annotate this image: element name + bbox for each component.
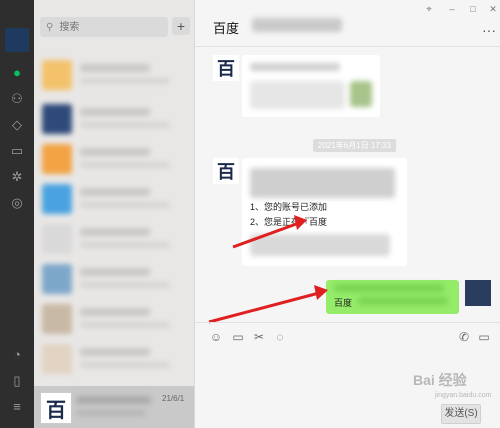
annotation-arrows: [208, 215, 328, 324]
conversation-list: ⚲ + 百 21/6/1: [34, 0, 195, 428]
files-icon[interactable]: ▭: [9, 143, 25, 159]
chat-icon[interactable]: ●: [9, 65, 25, 81]
conversation-time: 21/6/1: [162, 394, 185, 403]
pin-icon[interactable]: ⌖: [423, 4, 435, 15]
send-button[interactable]: 发送(S): [441, 404, 481, 424]
user-avatar[interactable]: [5, 28, 29, 52]
contacts-icon[interactable]: ⚇: [9, 91, 25, 107]
list-item[interactable]: [34, 300, 194, 338]
chat-title: 百度: [213, 21, 240, 36]
list-item[interactable]: [34, 180, 194, 218]
phone-call-icon[interactable]: ✆: [457, 330, 471, 344]
phone-icon[interactable]: ▯: [9, 373, 25, 389]
chat-header: 百度 ··· ⌖ – □ ✕: [195, 0, 500, 47]
avatar[interactable]: 百: [213, 55, 239, 81]
search-input[interactable]: [57, 20, 162, 34]
list-item[interactable]: [34, 220, 194, 258]
search-box[interactable]: ⚲: [40, 17, 168, 37]
message-bubble: [242, 55, 380, 117]
folder-icon[interactable]: ▭: [231, 330, 245, 344]
search-icon: ⚲: [46, 21, 54, 33]
avatar: 百: [40, 392, 72, 424]
watermark-url: jingyan.baidu.com: [435, 392, 492, 399]
avatar[interactable]: 百: [213, 158, 239, 184]
chat-bubble-icon[interactable]: ◌: [273, 330, 287, 344]
explore-icon[interactable]: ◔: [9, 347, 25, 363]
list-item[interactable]: [34, 340, 194, 378]
selected-conversation[interactable]: 百 21/6/1: [34, 386, 194, 428]
message-timestamp: 2021年6月1日 17:33: [313, 139, 396, 152]
input-toolbar: ☺ ▭ ✂ ◌ ✆ ▭: [195, 322, 500, 351]
gear-icon[interactable]: ✲: [9, 169, 25, 185]
close-icon[interactable]: ✕: [487, 4, 499, 15]
avatar[interactable]: [465, 280, 491, 306]
menu-icon[interactable]: ≡: [9, 399, 25, 415]
favorites-icon[interactable]: ◇: [9, 117, 25, 133]
more-button[interactable]: ···: [482, 22, 496, 38]
contact-message-blurred: [76, 410, 146, 416]
emoji-icon[interactable]: ☺: [209, 330, 223, 344]
moments-icon[interactable]: ◎: [9, 195, 25, 211]
list-item[interactable]: [34, 100, 194, 138]
chat-title-blurred: [252, 18, 342, 32]
video-call-icon[interactable]: ▭: [477, 330, 491, 344]
contact-name-blurred: [76, 396, 151, 404]
list-item[interactable]: [34, 260, 194, 298]
maximize-icon[interactable]: □: [467, 4, 479, 14]
list-item[interactable]: [34, 56, 194, 94]
chat-window: 百度 ··· ⌖ – □ ✕ 百 2021年6月1日 17:33 百 1、您的账…: [195, 0, 500, 428]
minimize-icon[interactable]: –: [446, 4, 458, 14]
nav-bar: ● ⚇ ◇ ▭ ✲ ◎ ◔ ▯ ≡: [0, 0, 34, 428]
list-item[interactable]: [34, 140, 194, 178]
watermark: Bai 经验: [413, 372, 467, 388]
add-button[interactable]: +: [172, 17, 190, 35]
scissors-icon[interactable]: ✂: [252, 330, 266, 344]
